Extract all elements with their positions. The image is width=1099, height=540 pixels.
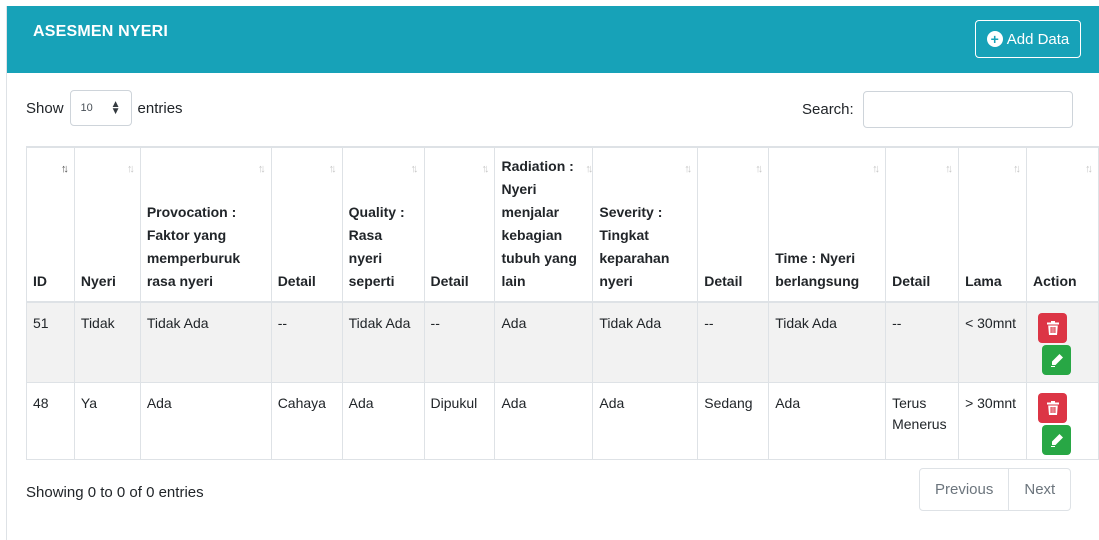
sort-icon: ↑↓ [585,163,593,175]
table-row: 51 Tidak Tidak Ada -- Tidak Ada -- Ada T… [26,301,1099,383]
cell-severity: Ada [592,381,699,460]
show-label: Show [26,99,64,117]
search-control: Search: [802,91,1073,128]
select-arrows-icon: ▲ ▼ [110,99,121,117]
asesmen-table: ↑↓ ID ↑↓ Nyeri ↑↓ Provocation : Faktor yang… [26,146,1099,460]
cell-detail: -- [885,301,960,383]
column-header-radiation[interactable]: ↑↓ Radiation : Nyeri menjalar kebagian tu… [494,146,593,303]
pagination: Previous Next [919,468,1072,511]
trash-icon [1046,400,1059,415]
next-page-button[interactable]: Next [1008,469,1070,510]
card-header: ASESMEN NYERI + Add Data [7,6,1099,73]
column-header-detail-quality[interactable]: ↑↓ Detail [423,146,496,303]
cell-severity: Tidak Ada [592,301,699,383]
cell-lama: < 30mnt [958,301,1027,383]
table-info: Showing 0 to 0 of 0 entries [26,484,204,501]
cell-detail: -- [270,301,343,383]
column-header-detail-time[interactable]: ↑↓ Detail [885,146,960,303]
sort-icon: ↑↓ [410,163,419,175]
sort-icon: ↑↓ [1085,163,1093,175]
sort-icon: ↑↓ [481,163,489,175]
column-header-detail-severity[interactable]: ↑↓ Detail [697,146,770,303]
length-control: Show 10 ▲ ▼ entries [26,90,183,126]
pencil-icon [1050,354,1063,367]
cell-id: 51 [26,301,75,383]
column-header-quality[interactable]: ↑↓ Quality : Rasa nyeri seperti [341,146,425,303]
sort-icon: ↑↓ [945,163,953,175]
cell-provocation: Ada [139,381,272,460]
delete-button[interactable] [1038,392,1067,423]
cell-action [1026,381,1099,460]
cell-detail: Terus Menerus [885,381,960,460]
cell-quality: Tidak Ada [341,301,425,383]
cell-radiation: Ada [494,381,594,460]
column-header-id[interactable]: ↑↓ ID [26,146,75,303]
cell-detail: Cahaya [270,381,343,460]
sort-icon: ↑↓ [126,163,135,175]
cell-action [1026,301,1099,383]
sort-icon: ↑↓ [328,163,337,175]
add-data-label: Add Data [1006,30,1070,48]
search-input[interactable] [862,91,1073,128]
cell-detail: Sedang [697,381,770,460]
sort-icon: ↑↓ [872,163,880,175]
cell-provocation: Tidak Ada [139,301,272,383]
edit-button[interactable] [1042,424,1071,455]
cell-radiation: Ada [494,301,594,383]
cell-lama: > 30mnt [958,381,1027,460]
table-row: 48 Ya Ada Cahaya Ada Dipukul Ada Ada Sed… [26,381,1099,460]
cell-id: 48 [26,381,75,460]
search-label: Search: [802,101,854,118]
column-header-nyeri[interactable]: ↑↓ Nyeri [73,146,141,303]
cell-time: Tidak Ada [768,301,887,383]
column-header-provocation[interactable]: ↑↓ Provocation : Faktor yang memperburuk … [139,146,272,303]
trash-icon [1046,321,1059,335]
column-header-action[interactable]: ↑↓ Action [1026,146,1099,303]
page-title: ASESMEN NYERI [33,23,169,40]
plus-circle-icon: + [986,31,1003,47]
column-header-detail-provocation[interactable]: ↑↓ Detail [270,146,343,303]
table-header-row: ↑↓ ID ↑↓ Nyeri ↑↓ Provocation : Faktor yang… [26,146,1099,303]
cell-nyeri: Tidak [73,301,141,383]
sort-icon: ↑↓ [257,163,266,175]
delete-button[interactable] [1038,313,1067,343]
cell-time: Ada [768,381,887,460]
entries-label: entries [137,99,183,117]
pencil-icon [1050,433,1063,447]
sort-asc-icon: ↑↓ [60,163,69,175]
column-header-severity[interactable]: ↑↓ Severity : Tingkat keparahan nyeri [592,146,699,303]
sort-icon: ↑↓ [755,163,763,175]
cell-detail: -- [697,301,770,383]
cell-nyeri: Ya [73,381,141,460]
entries-select[interactable]: 10 ▲ ▼ [69,90,132,126]
entries-select-value: 10 [80,102,93,114]
column-header-time[interactable]: ↑↓ Time : Nyeri berlangsung [768,146,887,303]
sort-icon: ↑↓ [684,163,692,175]
add-data-button[interactable]: + Add Data [975,20,1081,58]
cell-detail: Dipukul [423,381,496,460]
column-header-lama[interactable]: ↑↓ Lama [958,146,1027,303]
cell-detail: -- [423,301,496,383]
sort-icon: ↑↓ [1013,163,1021,175]
cell-quality: Ada [341,381,425,460]
edit-button[interactable] [1042,345,1071,375]
previous-page-button[interactable]: Previous [920,469,1008,510]
